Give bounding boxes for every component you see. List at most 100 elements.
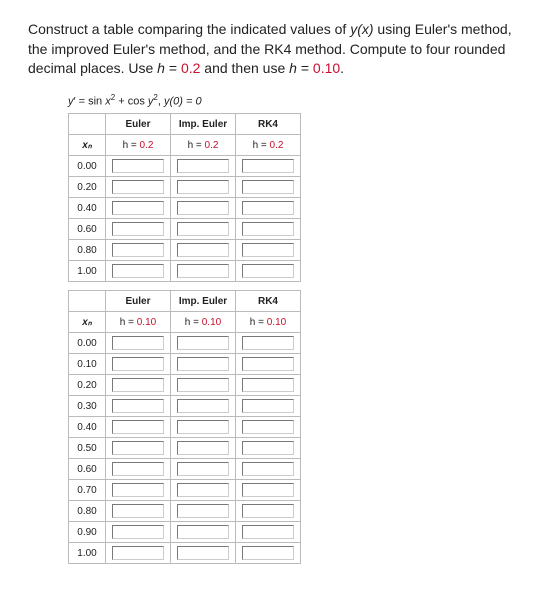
imp-cell xyxy=(171,240,236,261)
h01-rk4-input-2[interactable] xyxy=(242,378,294,392)
h02-euler-input-4[interactable] xyxy=(112,243,164,257)
h01-rk4-input-4[interactable] xyxy=(242,420,294,434)
h01-rk4-input-3[interactable] xyxy=(242,399,294,413)
h01-euler-input-1[interactable] xyxy=(112,357,164,371)
euler-cell xyxy=(106,396,171,417)
euler-cell xyxy=(106,417,171,438)
header-imp-1: Imp. Euler xyxy=(171,114,236,135)
h02-rk4-input-1[interactable] xyxy=(242,180,294,194)
rk4-cell xyxy=(236,354,301,375)
euler-cell xyxy=(106,375,171,396)
h01-imp-input-5[interactable] xyxy=(177,441,229,455)
h02-euler-input-5[interactable] xyxy=(112,264,164,278)
h01-imp-input-4[interactable] xyxy=(177,420,229,434)
prompt-period: . xyxy=(340,60,344,76)
h01-euler-input-2[interactable] xyxy=(112,378,164,392)
h01-imp-input-2[interactable] xyxy=(177,378,229,392)
h01-imp-input-8[interactable] xyxy=(177,504,229,518)
h02-imp-input-5[interactable] xyxy=(177,264,229,278)
h01-imp-input-6[interactable] xyxy=(177,462,229,476)
rk4-cell xyxy=(236,459,301,480)
rk4-cell xyxy=(236,156,301,177)
h-value-2: 0.10 xyxy=(313,60,340,76)
h01-imp-input-3[interactable] xyxy=(177,399,229,413)
h01-euler-input-4[interactable] xyxy=(112,420,164,434)
table-row: 0.90 xyxy=(69,522,301,543)
xn-label-2: xₙ xyxy=(82,317,92,328)
rk4-cell xyxy=(236,333,301,354)
table-row: 0.00 xyxy=(69,333,301,354)
h01-euler-input-7[interactable] xyxy=(112,483,164,497)
h01-rk4-input-1[interactable] xyxy=(242,357,294,371)
table-row: 1.00 xyxy=(69,261,301,282)
table-row: 0.10 xyxy=(69,354,301,375)
hlab-i1: h = xyxy=(188,140,205,151)
h02-rk4-input-4[interactable] xyxy=(242,243,294,257)
table-h02: Euler Imp. Euler RK4 xₙ h = 0.2 h = 0.2 … xyxy=(68,113,301,282)
imp-cell xyxy=(171,438,236,459)
imp-cell xyxy=(171,219,236,240)
table-row: 0.80 xyxy=(69,501,301,522)
h01-rk4-input-8[interactable] xyxy=(242,504,294,518)
h02-rk4-input-2[interactable] xyxy=(242,201,294,215)
header-h-rk4-2: h = 0.10 xyxy=(236,312,301,333)
h02-imp-input-2[interactable] xyxy=(177,201,229,215)
rk4-cell xyxy=(236,198,301,219)
h01-euler-input-5[interactable] xyxy=(112,441,164,455)
euler-cell xyxy=(106,261,171,282)
problem-statement: Construct a table comparing the indicate… xyxy=(28,20,512,79)
h02-imp-input-3[interactable] xyxy=(177,222,229,236)
h01-euler-input-3[interactable] xyxy=(112,399,164,413)
prompt-text-3: and then use xyxy=(200,60,289,76)
h01-imp-input-0[interactable] xyxy=(177,336,229,350)
h01-euler-input-6[interactable] xyxy=(112,462,164,476)
header-h-euler-1: h = 0.2 xyxy=(106,135,171,156)
h01-euler-input-8[interactable] xyxy=(112,504,164,518)
xn-value: 0.20 xyxy=(69,375,106,396)
h01-imp-input-7[interactable] xyxy=(177,483,229,497)
h02-imp-input-4[interactable] xyxy=(177,243,229,257)
header-h-imp-2: h = 0.10 xyxy=(171,312,236,333)
h01-imp-input-10[interactable] xyxy=(177,546,229,560)
h01-euler-input-9[interactable] xyxy=(112,525,164,539)
xn-value: 0.50 xyxy=(69,438,106,459)
h02-euler-input-2[interactable] xyxy=(112,201,164,215)
h01-euler-input-0[interactable] xyxy=(112,336,164,350)
h01-imp-input-9[interactable] xyxy=(177,525,229,539)
xn-value: 0.60 xyxy=(69,459,106,480)
h01-imp-input-1[interactable] xyxy=(177,357,229,371)
imp-cell xyxy=(171,354,236,375)
table-row: 0.20 xyxy=(69,177,301,198)
rk4-cell xyxy=(236,240,301,261)
euler-cell xyxy=(106,459,171,480)
h01-rk4-input-10[interactable] xyxy=(242,546,294,560)
h02-euler-input-3[interactable] xyxy=(112,222,164,236)
imp-cell xyxy=(171,396,236,417)
imp-cell xyxy=(171,543,236,564)
h02-imp-input-1[interactable] xyxy=(177,180,229,194)
imp-cell xyxy=(171,417,236,438)
hlab-r2: h = xyxy=(250,317,267,328)
h02-rk4-input-3[interactable] xyxy=(242,222,294,236)
hval-r1: 0.2 xyxy=(270,140,284,151)
h01-euler-input-10[interactable] xyxy=(112,546,164,560)
h01-rk4-input-6[interactable] xyxy=(242,462,294,476)
h02-rk4-input-5[interactable] xyxy=(242,264,294,278)
h01-rk4-input-5[interactable] xyxy=(242,441,294,455)
h02-euler-input-1[interactable] xyxy=(112,180,164,194)
h01-rk4-input-9[interactable] xyxy=(242,525,294,539)
euler-cell xyxy=(106,480,171,501)
h02-euler-input-0[interactable] xyxy=(112,159,164,173)
hlab-i2: h = xyxy=(185,317,202,328)
imp-cell xyxy=(171,459,236,480)
xn-value: 0.10 xyxy=(69,354,106,375)
table-row: 0.00 xyxy=(69,156,301,177)
xn-label-1: xₙ xyxy=(82,140,92,151)
h02-imp-input-0[interactable] xyxy=(177,159,229,173)
prompt-text-1: Construct a table comparing the indicate… xyxy=(28,21,350,37)
rk4-cell xyxy=(236,396,301,417)
h02-rk4-input-0[interactable] xyxy=(242,159,294,173)
h01-rk4-input-7[interactable] xyxy=(242,483,294,497)
h01-rk4-input-0[interactable] xyxy=(242,336,294,350)
table-row: 0.60 xyxy=(69,459,301,480)
